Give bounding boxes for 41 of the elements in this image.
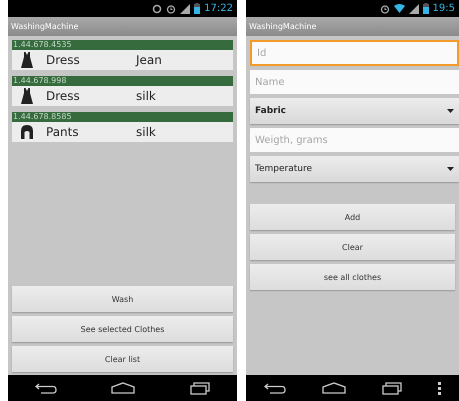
- clothes-row[interactable]: Pants silk: [12, 122, 233, 142]
- action-button[interactable]: Wash: [12, 286, 233, 312]
- menu-icon[interactable]: [438, 382, 441, 394]
- recents-icon[interactable]: [190, 382, 210, 394]
- dropdown[interactable]: Temperature: [250, 156, 459, 182]
- status-time: 19:5: [432, 3, 455, 14]
- wifi-icon: [394, 4, 405, 13]
- signal-icon: [408, 4, 419, 14]
- pants-icon: [20, 125, 34, 139]
- dropdown-caret-icon: [447, 167, 454, 171]
- action-button[interactable]: see all clothes: [250, 264, 455, 290]
- item-id: 1.44.678.998: [12, 76, 233, 86]
- home-icon[interactable]: [111, 382, 136, 394]
- alarm-icon: [380, 4, 390, 14]
- action-button[interactable]: See selected Clothes: [12, 316, 233, 342]
- clothes-row[interactable]: Dress silk: [12, 86, 233, 106]
- back-icon[interactable]: [35, 382, 58, 394]
- text-field[interactable]: Id: [250, 40, 459, 66]
- item-id: 1.44.678.8585: [12, 112, 233, 122]
- dropdown[interactable]: Fabric: [250, 98, 459, 124]
- status-time: 17:22: [204, 3, 233, 14]
- alarm-icon: [166, 4, 176, 14]
- back-icon[interactable]: [264, 382, 286, 394]
- battery-icon: [422, 3, 429, 14]
- action-button[interactable]: Add: [250, 204, 455, 230]
- dress-icon: [20, 88, 34, 104]
- action-button[interactable]: Clear: [250, 234, 455, 260]
- item-id: 1.44.678.4535: [12, 40, 233, 50]
- clothes-row[interactable]: Dress Jean: [12, 50, 233, 70]
- text-field[interactable]: Name: [250, 70, 459, 94]
- home-icon[interactable]: [322, 382, 346, 394]
- app-title-bar: WashingMachine: [8, 17, 237, 36]
- recents-icon[interactable]: [382, 382, 402, 394]
- app-title-bar: WashingMachine: [246, 17, 459, 36]
- text-field[interactable]: Weigth, grams: [250, 128, 459, 152]
- dropdown-caret-icon: [447, 109, 454, 113]
- signal-icon: [180, 4, 190, 14]
- battery-icon: [194, 3, 200, 14]
- action-button[interactable]: Clear list: [12, 346, 233, 372]
- sync-icon: [152, 4, 162, 14]
- dress-icon: [20, 52, 34, 68]
